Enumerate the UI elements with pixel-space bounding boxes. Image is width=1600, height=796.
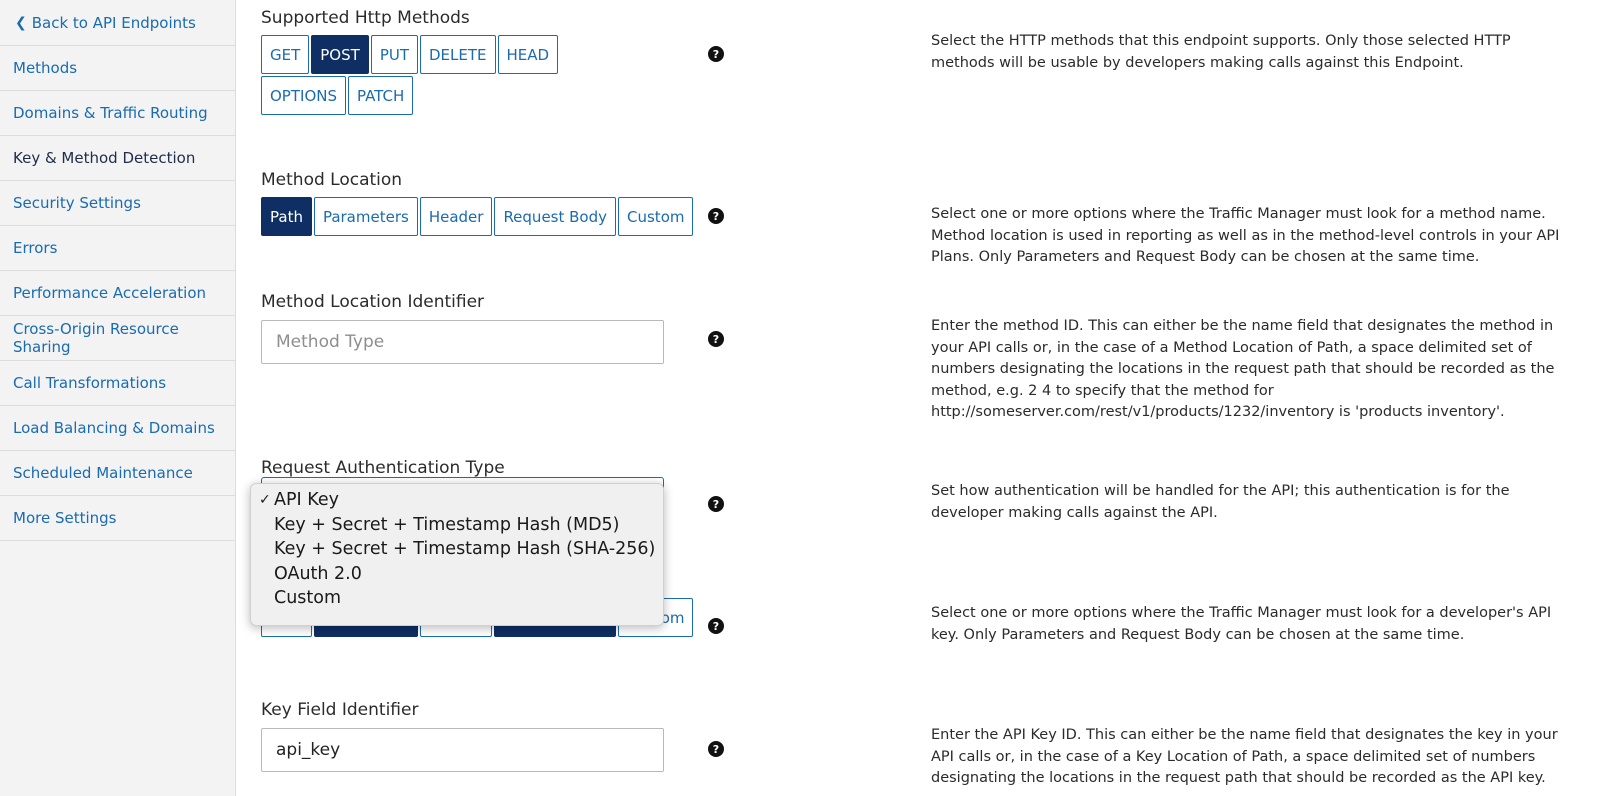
- http-methods-label: Supported Http Methods: [261, 8, 470, 28]
- auth-option-api-key[interactable]: ✓ API Key: [251, 488, 663, 513]
- back-to-endpoints-link[interactable]: ❮ Back to API Endpoints: [0, 0, 235, 46]
- sidebar-item-more-settings[interactable]: More Settings: [0, 496, 235, 541]
- sidebar-item-methods[interactable]: Methods: [0, 46, 235, 91]
- method-location-group: Path Parameters Header Request Body Cust…: [261, 197, 695, 236]
- auth-option-label: OAuth 2.0: [274, 563, 362, 584]
- http-methods-description: Select the HTTP methods that this endpoi…: [931, 33, 1511, 71]
- method-location-path-button[interactable]: Path: [261, 197, 312, 236]
- method-location-request-body-button[interactable]: Request Body: [494, 197, 617, 236]
- auth-option-label: Custom: [274, 588, 342, 609]
- request-auth-type-dropdown: ✓ API Key Key + Secret + Timestamp Hash …: [250, 483, 664, 626]
- auth-option-sha256[interactable]: Key + Secret + Timestamp Hash (SHA-256): [251, 537, 663, 562]
- sidebar-item-key-method-detection[interactable]: Key & Method Detection: [0, 136, 235, 181]
- method-location-parameters-button[interactable]: Parameters: [313, 197, 418, 236]
- method-location-identifier-input[interactable]: Method Type: [261, 320, 664, 364]
- sidebar-item-scheduled-maintenance[interactable]: Scheduled Maintenance: [0, 451, 235, 496]
- method-post-button[interactable]: POST: [311, 35, 369, 74]
- method-patch-button[interactable]: PATCH: [348, 76, 414, 115]
- key-field-identifier-label: Key Field Identifier: [261, 700, 419, 720]
- request-auth-type-description: Set how authentication will be handled f…: [931, 483, 1510, 521]
- sidebar-item-call-transformations[interactable]: Call Transformations: [0, 361, 235, 406]
- sidebar-item-errors[interactable]: Errors: [0, 226, 235, 271]
- method-location-custom-button[interactable]: Custom: [618, 197, 694, 236]
- method-location-description: Select one or more options where the Tra…: [931, 206, 1560, 265]
- sidebar-nav: ❮ Back to API Endpoints Methods Domains …: [0, 0, 236, 796]
- auth-option-label: Key + Secret + Timestamp Hash (SHA-256): [274, 539, 656, 560]
- chevron-left-icon: ❮: [15, 14, 27, 31]
- key-location-description: Select one or more options where the Tra…: [931, 605, 1552, 643]
- method-put-button[interactable]: PUT: [370, 35, 418, 74]
- help-icon[interactable]: ?: [708, 331, 724, 347]
- method-head-button[interactable]: HEAD: [497, 35, 559, 74]
- method-location-label: Method Location: [261, 170, 403, 190]
- key-field-identifier-description: Enter the API Key ID. This can either be…: [931, 727, 1558, 786]
- help-icon[interactable]: ?: [708, 208, 724, 224]
- key-field-identifier-input[interactable]: api_key: [261, 728, 664, 772]
- help-icon[interactable]: ?: [708, 496, 724, 512]
- help-icon[interactable]: ?: [708, 741, 724, 757]
- auth-option-label: API Key: [274, 490, 339, 511]
- checkmark-icon: ✓: [259, 492, 271, 509]
- auth-option-oauth2[interactable]: OAuth 2.0: [251, 562, 663, 587]
- back-link-label: Back to API Endpoints: [31, 13, 196, 32]
- http-methods-group: GET POST PUT DELETE HEAD OPTIONS PATCH: [261, 35, 641, 115]
- settings-form: Supported Http Methods GET POST PUT DELE…: [236, 0, 1600, 796]
- method-location-identifier-placeholder: Method Type: [276, 332, 385, 352]
- sidebar-item-performance-acceleration[interactable]: Performance Acceleration: [0, 271, 235, 316]
- sidebar-item-domains-traffic-routing[interactable]: Domains & Traffic Routing: [0, 91, 235, 136]
- method-location-header-button[interactable]: Header: [419, 197, 493, 236]
- method-options-button[interactable]: OPTIONS: [261, 76, 346, 115]
- help-icon[interactable]: ?: [708, 46, 724, 62]
- key-field-identifier-value: api_key: [276, 740, 341, 760]
- request-auth-type-label: Request Authentication Type: [261, 458, 505, 478]
- sidebar-item-load-balancing[interactable]: Load Balancing & Domains: [0, 406, 235, 451]
- sidebar-item-security-settings[interactable]: Security Settings: [0, 181, 235, 226]
- auth-option-label: Key + Secret + Timestamp Hash (MD5): [274, 514, 620, 535]
- method-delete-button[interactable]: DELETE: [420, 35, 496, 74]
- auth-option-custom[interactable]: Custom: [251, 586, 663, 611]
- auth-option-md5[interactable]: Key + Secret + Timestamp Hash (MD5): [251, 513, 663, 538]
- sidebar-item-cors[interactable]: Cross-Origin Resource Sharing: [0, 316, 235, 361]
- method-location-identifier-label: Method Location Identifier: [261, 292, 485, 312]
- method-get-button[interactable]: GET: [261, 35, 310, 74]
- help-icon[interactable]: ?: [708, 618, 724, 634]
- method-location-identifier-description: Enter the method ID. This can either be …: [931, 318, 1555, 420]
